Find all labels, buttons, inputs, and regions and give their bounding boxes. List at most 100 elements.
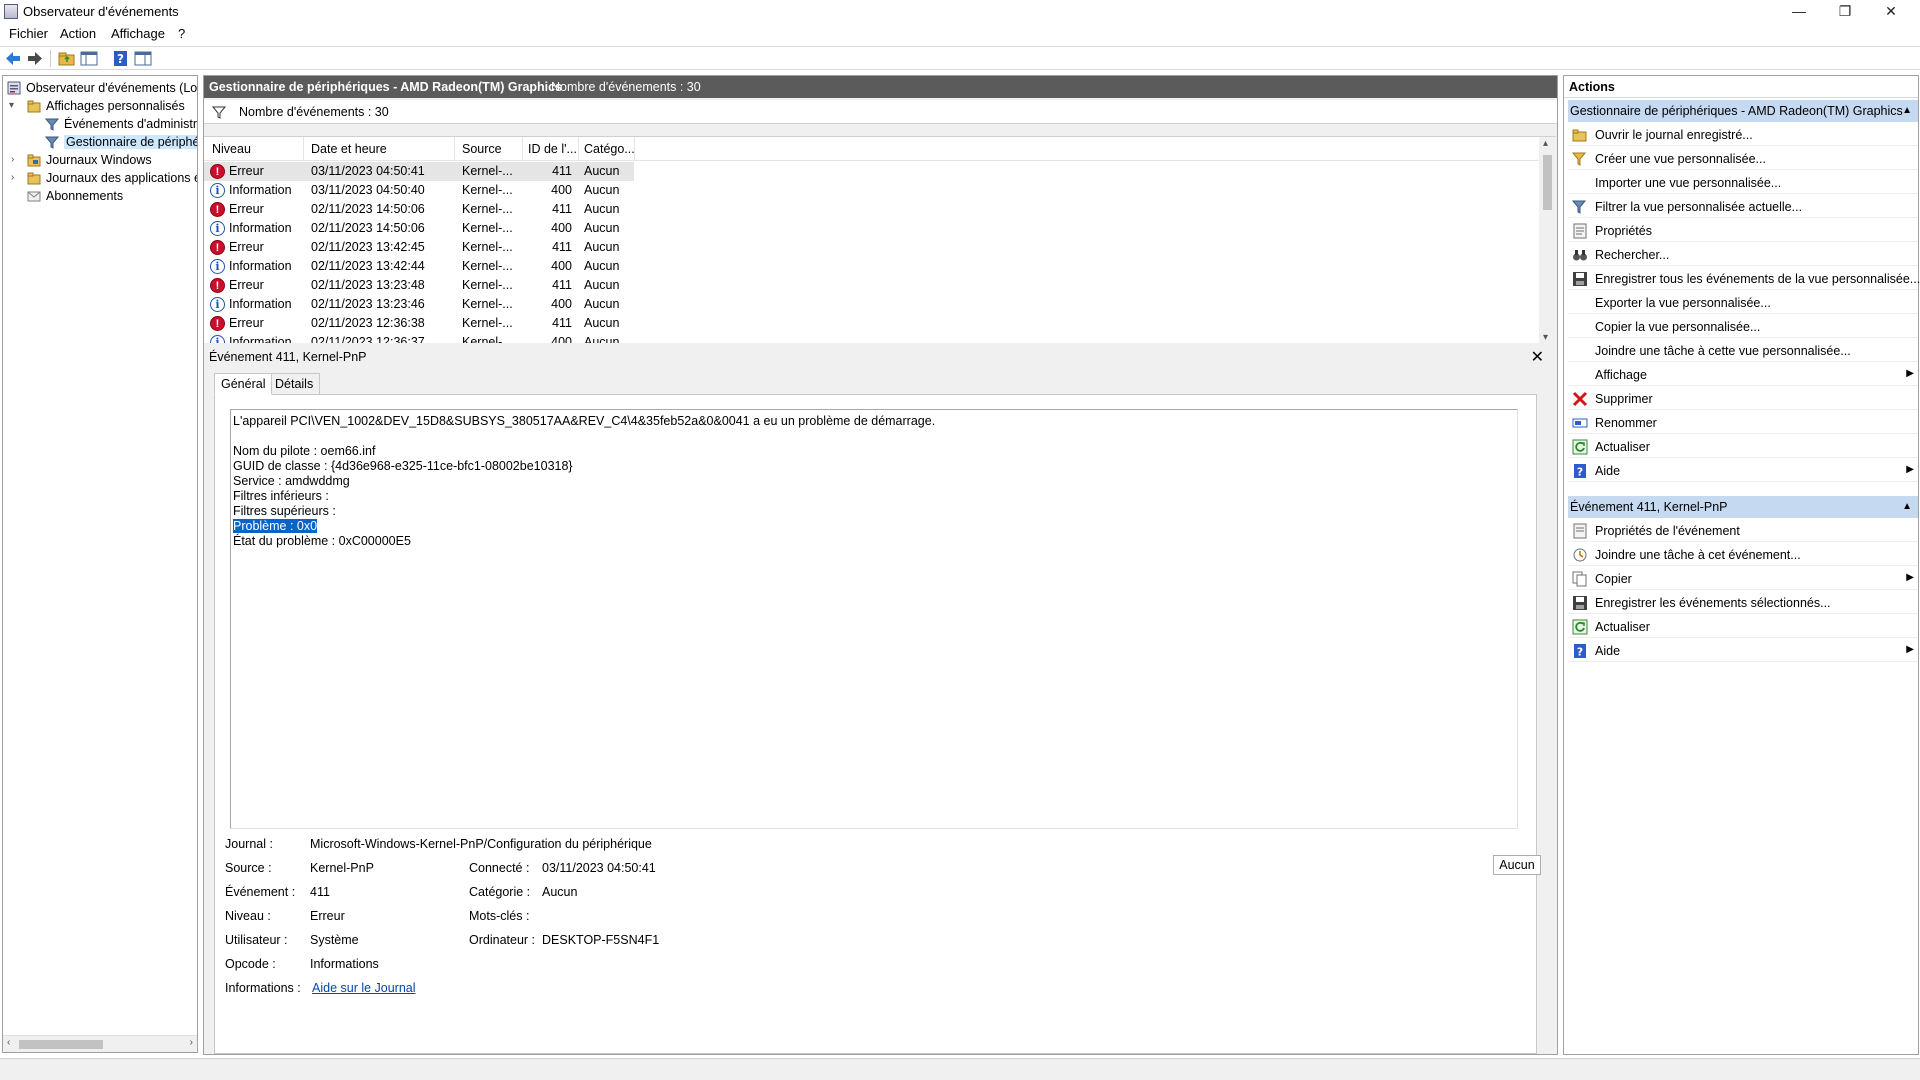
action-affichage[interactable]: Affichage ▶ (1568, 364, 1918, 386)
folder-icon (27, 154, 41, 167)
cell-category: Aucun (584, 278, 620, 292)
value-opcode[interactable]: Informations (310, 957, 379, 971)
value-utilisateur[interactable]: Système (310, 933, 359, 947)
scroll-thumb[interactable] (19, 1040, 103, 1049)
column-header-date[interactable]: Date et heure (311, 142, 387, 156)
table-row[interactable]: i Information 02/11/2023 13:23:46 Kernel-..… (204, 295, 634, 314)
value-source[interactable]: Kernel-PnP (310, 861, 374, 875)
action-label: Supprimer (1595, 392, 1653, 406)
collapse-chevron-icon[interactable]: ▾ (9, 100, 14, 111)
action-rechercher[interactable]: Rechercher... (1568, 244, 1918, 266)
action-supprimer[interactable]: Supprimer (1568, 388, 1918, 410)
action-copier-la-vue-personnalisee[interactable]: Copier la vue personnalisée... (1568, 316, 1918, 338)
column-separator[interactable] (454, 137, 455, 161)
action-exporter-la-vue-personnalisee[interactable]: Exporter la vue personnalisée... (1568, 292, 1918, 314)
action-label: Importer une vue personnalisée... (1595, 176, 1782, 190)
menu-action[interactable]: Action (60, 26, 96, 41)
category-button[interactable]: Aucun (1493, 855, 1541, 875)
action-label: Ouvrir le journal enregistré... (1595, 128, 1753, 142)
collapse-section-icon[interactable]: ▲ (1902, 501, 1912, 512)
label-informations: Informations : (225, 981, 301, 995)
forward-arrow-icon[interactable] (26, 50, 44, 67)
expand-chevron-icon[interactable]: › (11, 172, 14, 183)
value-categorie[interactable]: Aucun (542, 885, 577, 899)
actions-title-bar: Actions (1564, 76, 1918, 98)
table-row[interactable]: ! Erreur 02/11/2023 13:23:48 Kernel-... 411 A… (204, 276, 634, 295)
action-filtrer-la-vue-personnalisee-actuelle[interactable]: Filtrer la vue personnalisée actuelle... (1568, 196, 1918, 218)
actions-section-event-header[interactable]: Événement 411, Kernel-PnP ▲ (1568, 496, 1918, 518)
value-evenement[interactable]: 411 (310, 885, 330, 899)
label-connecte: Connecté : (469, 861, 530, 875)
table-row[interactable]: ! Erreur 03/11/2023 04:50:41 Kernel-... 411 A… (204, 162, 634, 181)
message-line: Problème : 0x0 (233, 519, 1515, 534)
tree-horizontal-scrollbar[interactable]: ‹ › (3, 1035, 197, 1052)
action-aide[interactable]: ? Aide ▶ (1568, 640, 1918, 662)
event-message-textbox[interactable]: L'appareil PCI\VEN_1002&DEV_15D8&SUBSYS_… (230, 409, 1518, 829)
action-enregistrer-les-evenements-selectionnes[interactable]: Enregistrer les événements sélectionnés.… (1568, 592, 1918, 614)
table-row[interactable]: ! Erreur 02/11/2023 12:36:38 Kernel-... 411 A… (204, 314, 634, 333)
action-copier[interactable]: Copier ▶ (1568, 568, 1918, 590)
table-row[interactable]: ! Erreur 02/11/2023 14:50:06 Kernel-... 411 A… (204, 200, 634, 219)
actions-section-view-header[interactable]: Gestionnaire de périphériques - AMD Rade… (1568, 100, 1918, 122)
column-header-category[interactable]: Catégo... (584, 142, 635, 156)
scroll-thumb[interactable] (1543, 155, 1552, 210)
table-row[interactable]: ! Erreur 02/11/2023 13:42:45 Kernel-... 411 A… (204, 238, 634, 257)
column-header-level[interactable]: Niveau (212, 142, 251, 156)
column-header-id[interactable]: ID de l'... (528, 142, 577, 156)
action-renommer[interactable]: Renommer (1568, 412, 1918, 434)
action-joindre-une-tache-a-cet-evenement[interactable]: Joindre une tâche à cet événement... (1568, 544, 1918, 566)
close-detail-icon[interactable]: ✕ (1531, 347, 1544, 367)
event-list-vertical-scrollbar[interactable]: ▴ ▾ (1539, 137, 1556, 343)
menu-affichage[interactable]: Affichage (111, 26, 165, 41)
column-separator[interactable] (634, 137, 635, 161)
column-separator[interactable] (303, 137, 304, 161)
tree-label-device-manager: Gestionnaire de périphériques (64, 135, 197, 149)
value-connecte[interactable]: 03/11/2023 04:50:41 (542, 861, 656, 875)
action-proprietes[interactable]: Propriétés (1568, 220, 1918, 242)
minimize-button[interactable]: — (1776, 0, 1822, 24)
action-importer-une-vue-personnalisee[interactable]: Importer une vue personnalisée... (1568, 172, 1918, 194)
collapse-section-icon[interactable]: ▲ (1902, 105, 1912, 116)
value-ordinateur[interactable]: DESKTOP-F5SN4F1 (542, 933, 659, 947)
action-joindre-une-tache-a-cette-vue-personnalisee[interactable]: Joindre une tâche à cette vue personnali… (1568, 340, 1918, 362)
svg-text:?: ? (1577, 466, 1583, 479)
scroll-left-arrow-icon[interactable]: ‹ (7, 1037, 10, 1048)
filter-icon (45, 118, 59, 131)
column-header-source[interactable]: Source (462, 142, 502, 156)
action-enregistrer-tous-les-evenements-de-la-vue-personnalisee[interactable]: Enregistrer tous les événements de la vu… (1568, 268, 1920, 290)
folder-up-icon[interactable] (58, 50, 76, 67)
help-log-link[interactable]: Aide sur le Journal (312, 981, 416, 995)
column-separator[interactable] (578, 137, 579, 161)
tab-details[interactable]: Détails (268, 373, 321, 395)
label-ordinateur: Ordinateur : (469, 933, 536, 947)
action-actualiser[interactable]: Actualiser (1568, 616, 1918, 638)
table-row[interactable]: i Information 02/11/2023 14:50:06 Kernel-..… (204, 219, 634, 238)
back-arrow-icon[interactable] (4, 50, 22, 67)
rename-icon (1572, 418, 1588, 428)
tab-general[interactable]: Général (214, 373, 273, 395)
value-niveau[interactable]: Erreur (310, 909, 345, 923)
action-ouvrir-le-journal-enregistre[interactable]: Ouvrir le journal enregistré... (1568, 124, 1918, 146)
action-actualiser[interactable]: Actualiser (1568, 436, 1918, 458)
column-separator[interactable] (522, 137, 523, 161)
table-row[interactable]: i Information 02/11/2023 12:36:37 Kernel-..… (204, 333, 634, 343)
table-row[interactable]: i Information 03/11/2023 04:50:40 Kernel-..… (204, 181, 634, 200)
scroll-up-arrow-icon[interactable]: ▴ (1543, 138, 1548, 149)
table-row[interactable]: i Information 02/11/2023 13:42:44 Kernel-..… (204, 257, 634, 276)
action-label: Actualiser (1595, 440, 1650, 454)
action-aide[interactable]: ? Aide ▶ (1568, 460, 1918, 482)
show-hide-actions-icon[interactable] (134, 50, 152, 67)
action-proprietes-de-l-evenement[interactable]: Propriétés de l'événement (1568, 520, 1918, 542)
help-toolbar-icon[interactable]: ? (112, 50, 130, 67)
menu-fichier[interactable]: Fichier (9, 26, 48, 41)
expand-chevron-icon[interactable]: › (11, 154, 14, 165)
scroll-right-arrow-icon[interactable]: › (190, 1037, 193, 1048)
close-window-button[interactable]: ✕ (1868, 0, 1914, 24)
show-hide-tree-icon[interactable] (80, 50, 98, 67)
value-journal[interactable]: Microsoft-Windows-Kernel-PnP/Configurati… (310, 837, 652, 851)
restore-button[interactable]: ❐ (1822, 0, 1868, 24)
cell-date: 02/11/2023 14:50:06 (311, 202, 425, 216)
scroll-down-arrow-icon[interactable]: ▾ (1543, 332, 1548, 343)
action-creer-une-vue-personnalisee[interactable]: Créer une vue personnalisée... (1568, 148, 1918, 170)
menu-help[interactable]: ? (178, 26, 185, 41)
